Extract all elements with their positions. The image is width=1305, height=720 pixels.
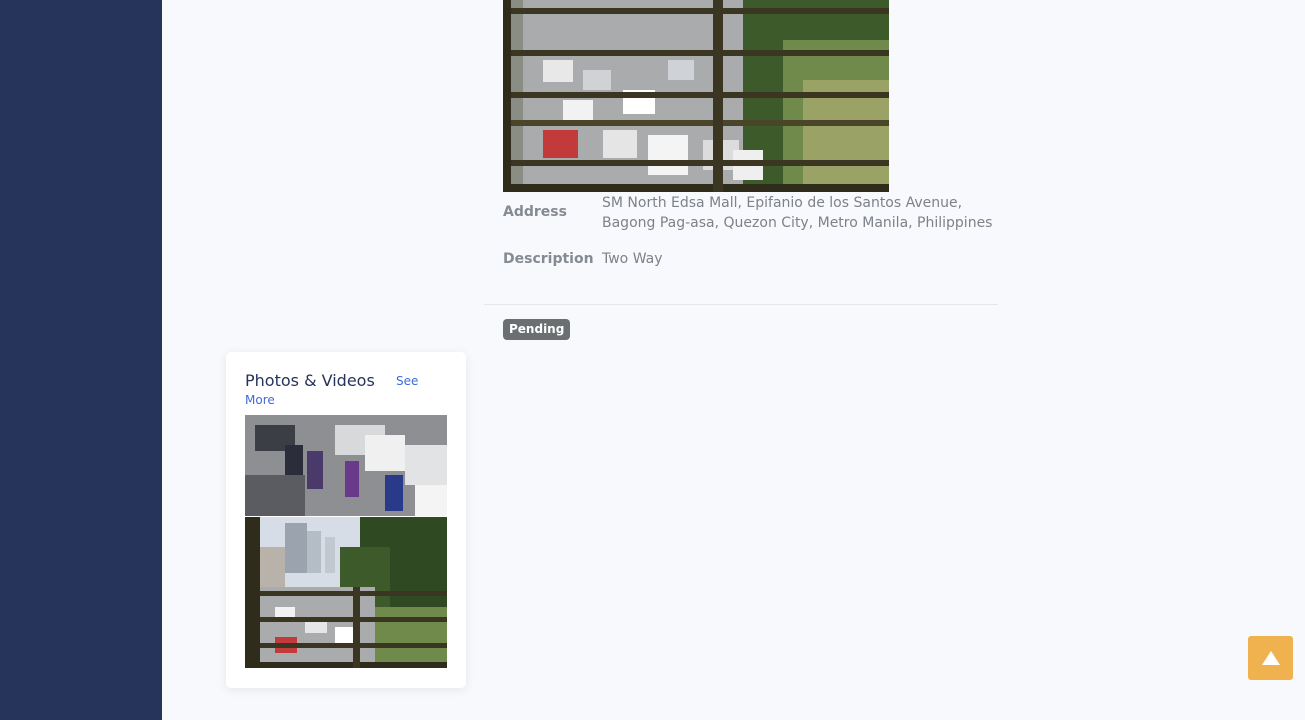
photos-videos-card: Photos & Videos See More bbox=[226, 352, 466, 688]
status-badge: Pending bbox=[503, 319, 571, 340]
description-row: Description Two Way bbox=[503, 249, 1002, 269]
description-label: Description bbox=[503, 251, 594, 267]
scroll-to-top-button[interactable] bbox=[1248, 636, 1293, 680]
traffic-thumbnail-image bbox=[245, 415, 447, 516]
overpass-thumbnail-image bbox=[245, 517, 447, 668]
divider bbox=[484, 304, 998, 305]
description-value: Two Way bbox=[602, 251, 663, 267]
address-label: Address bbox=[503, 204, 567, 220]
address-value: SM North Edsa Mall, Epifanio de los Sant… bbox=[602, 195, 993, 231]
media-thumbnail[interactable] bbox=[245, 517, 447, 668]
traffic-photo-image bbox=[503, 0, 889, 192]
see-more-link[interactable]: See More bbox=[245, 372, 425, 410]
sidebar bbox=[0, 0, 162, 720]
main-photo[interactable] bbox=[503, 0, 889, 192]
media-thumbnail[interactable] bbox=[245, 415, 447, 516]
arrow-up-icon bbox=[1261, 651, 1280, 665]
address-row: Address SM North Edsa Mall, Epifanio de … bbox=[503, 193, 1002, 233]
